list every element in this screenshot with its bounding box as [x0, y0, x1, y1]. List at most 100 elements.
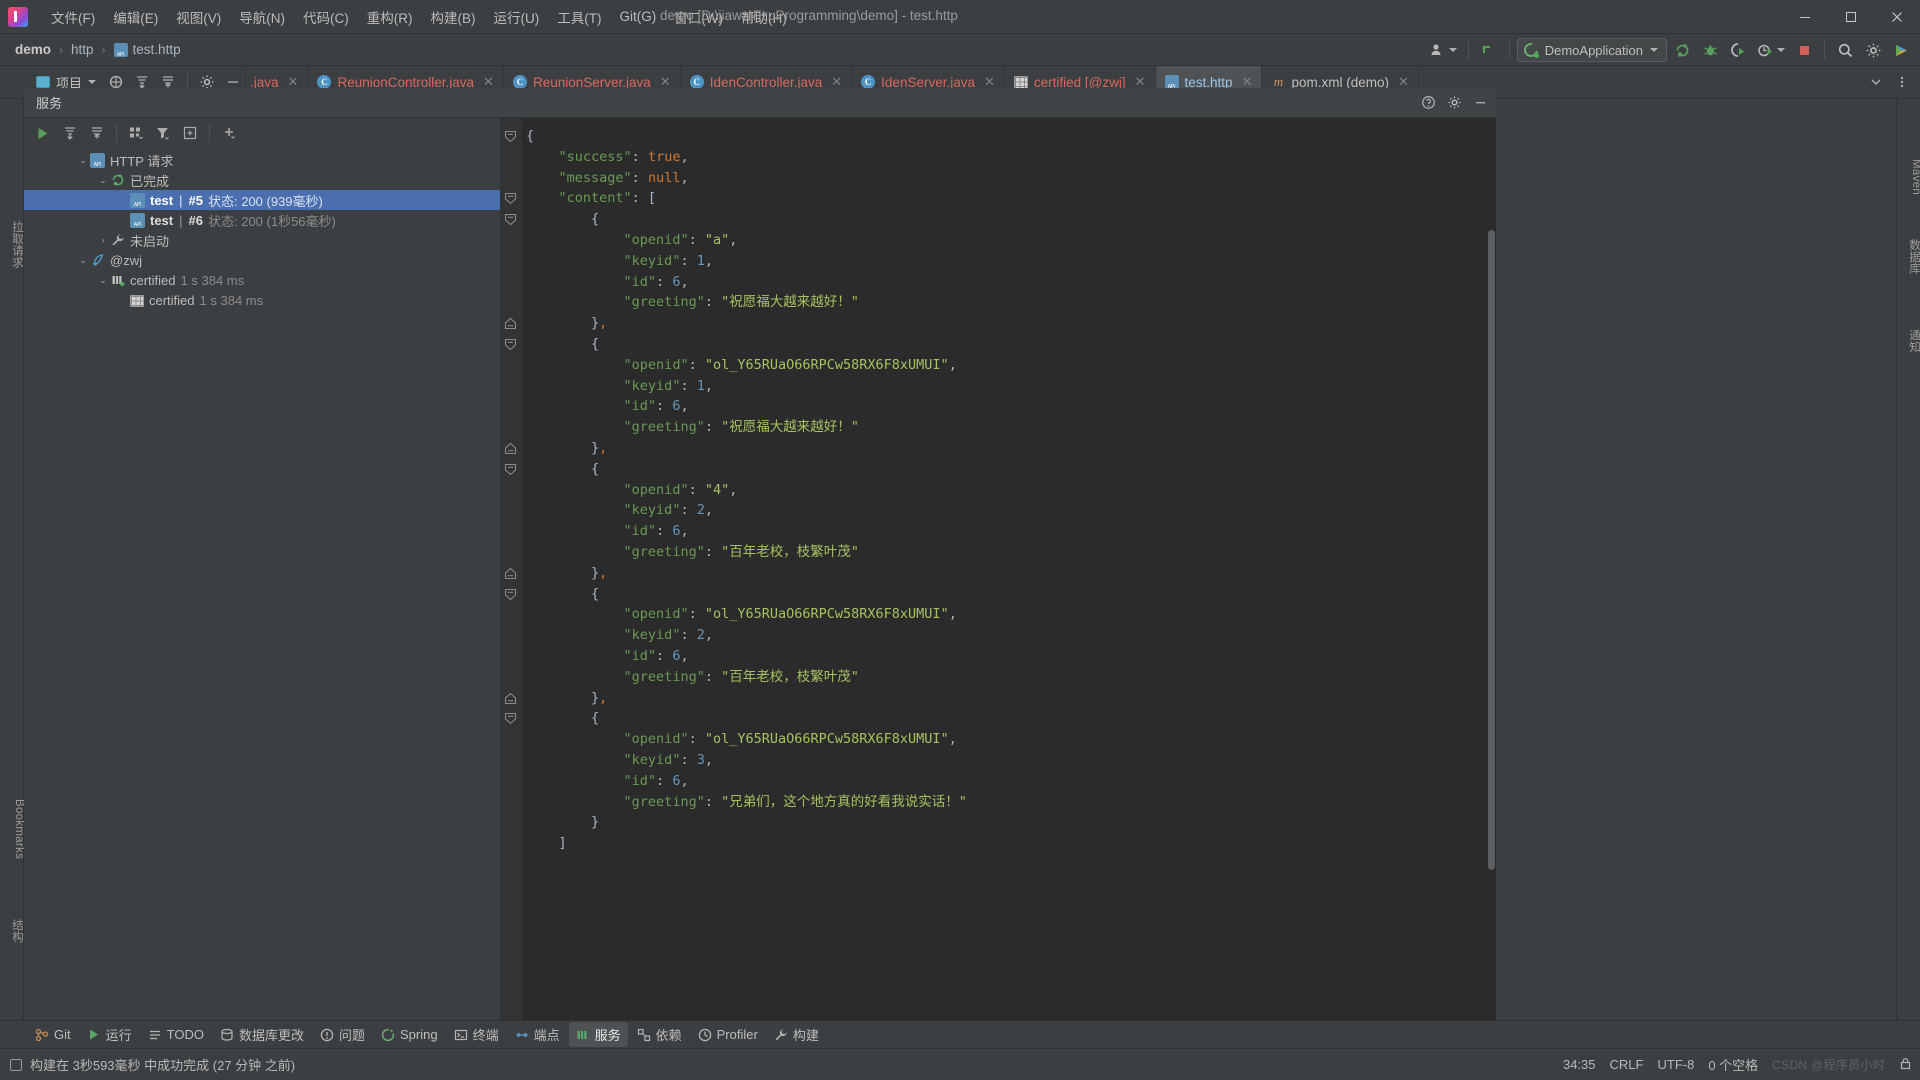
tree-node-certified-table[interactable]: certified 1 s 384 ms: [24, 290, 500, 310]
settings-gear-icon[interactable]: [1860, 37, 1886, 63]
maximize-button[interactable]: [1828, 0, 1874, 34]
editor-vertical-scrollbar[interactable]: [1488, 230, 1495, 870]
menu-navigate[interactable]: 导航(N): [230, 3, 294, 31]
caret-position[interactable]: 34:35: [1563, 1057, 1596, 1072]
close-button[interactable]: [1874, 0, 1920, 34]
stop-button[interactable]: [1791, 37, 1817, 63]
user-account-button[interactable]: [1426, 37, 1461, 63]
fold-collapse-icon[interactable]: [504, 192, 517, 205]
code-token: "keyid": [623, 252, 681, 269]
tree-node-not-started[interactable]: › 未启动: [24, 230, 500, 250]
rail-pull-requests[interactable]: 拉取请求: [0, 221, 25, 268]
bottom-tool-build[interactable]: 构建: [767, 1022, 826, 1047]
code-token: 2: [696, 627, 705, 644]
bottom-tool-spring[interactable]: Spring: [374, 1024, 445, 1045]
class-icon: C: [317, 75, 332, 89]
tree-node-test-6[interactable]: test | #6 状态: 200 (1秒56毫秒): [24, 210, 500, 230]
twisty-icon[interactable]: ⌄: [76, 255, 90, 266]
fold-collapse-icon[interactable]: [504, 588, 517, 601]
run-with-coverage-button[interactable]: [1725, 37, 1751, 63]
twisty-icon[interactable]: ⌄: [76, 155, 90, 166]
services-help-icon[interactable]: [1416, 91, 1440, 115]
http-response-editor[interactable]: { "success": true, "message": null, "con…: [500, 118, 1496, 1048]
tree-node-completed[interactable]: ⌄ 已完成: [24, 170, 500, 190]
tree-node-certified-session[interactable]: ⌄ certified 1 s 384 ms: [24, 270, 500, 290]
services-filter-icon[interactable]: [150, 120, 176, 146]
fold-collapse-icon[interactable]: [504, 213, 517, 226]
endpoints-icon: [515, 1028, 529, 1042]
fold-expand-icon[interactable]: [504, 567, 517, 580]
fold-collapse-icon[interactable]: [504, 130, 517, 143]
code-line: "id": 6,: [526, 396, 1496, 417]
tree-node-http-requests[interactable]: ⌄ HTTP 请求: [24, 150, 500, 170]
menu-file[interactable]: 文件(F): [42, 3, 104, 31]
http-api-icon: [90, 152, 105, 168]
menu-run[interactable]: 运行(U): [485, 3, 549, 31]
bottom-tool-problems[interactable]: 问题: [313, 1022, 372, 1047]
bottom-tool-profiler[interactable]: Profiler: [691, 1024, 765, 1045]
tree-node-test-5[interactable]: test | #5 状态: 200 (939毫秒): [24, 190, 500, 210]
tree-node-zwj-datasource[interactable]: ⌄ @zwj: [24, 250, 500, 270]
menu-view[interactable]: 视图(V): [167, 3, 230, 31]
run-configuration-selector[interactable]: DemoApplication: [1516, 38, 1667, 62]
bottom-tool-terminal[interactable]: 终端: [447, 1022, 506, 1047]
fold-collapse-icon[interactable]: [504, 463, 517, 476]
services-expand-all-icon[interactable]: [57, 120, 83, 146]
indent-setting[interactable]: 0 个空格: [1708, 1055, 1758, 1074]
tab-more-options-icon[interactable]: [1890, 70, 1914, 94]
twisty-icon[interactable]: ⌄: [96, 175, 110, 186]
twisty-icon[interactable]: ›: [96, 235, 110, 245]
rerun-button[interactable]: [1669, 37, 1695, 63]
code-token: ,: [599, 315, 608, 332]
services-new-tab-icon[interactable]: [177, 120, 203, 146]
services-minimize-icon[interactable]: [1468, 91, 1492, 115]
services-settings-gear-icon[interactable]: [1442, 91, 1466, 115]
editor-gutter[interactable]: [500, 118, 522, 1048]
line-separator[interactable]: CRLF: [1610, 1057, 1644, 1072]
bottom-tool-endpoints[interactable]: 端点: [508, 1022, 567, 1047]
rail-notifications[interactable]: 通知: [1896, 329, 1920, 353]
menu-code[interactable]: 代码(C): [294, 3, 358, 31]
services-collapse-all-icon[interactable]: [84, 120, 110, 146]
fold-collapse-icon[interactable]: [504, 712, 517, 725]
debug-button[interactable]: [1697, 37, 1723, 63]
menu-edit[interactable]: 编辑(E): [104, 3, 167, 31]
response-json-content[interactable]: { "success": true, "message": null, "con…: [522, 118, 1496, 1048]
rail-structure[interactable]: 结构: [0, 919, 25, 943]
fold-expand-icon[interactable]: [504, 442, 517, 455]
rail-bookmarks[interactable]: Bookmarks: [0, 799, 25, 859]
fold-expand-icon[interactable]: [504, 692, 517, 705]
fold-collapse-icon[interactable]: [504, 338, 517, 351]
tab-list-chevron-down-icon[interactable]: [1864, 70, 1888, 94]
menu-tools[interactable]: 工具(T): [548, 3, 610, 31]
ide-notification-icon[interactable]: [1888, 37, 1914, 63]
menu-git[interactable]: Git(G): [611, 5, 666, 28]
services-run-icon[interactable]: [28, 120, 56, 146]
bottom-tool-services[interactable]: 服务: [568, 1022, 628, 1047]
bottom-tool-git[interactable]: Git: [28, 1024, 78, 1045]
minimize-button[interactable]: [1782, 0, 1828, 34]
bottom-tool-db-changes[interactable]: 数据库更改: [213, 1022, 311, 1047]
file-encoding[interactable]: UTF-8: [1657, 1057, 1694, 1072]
search-everywhere-icon[interactable]: [1832, 37, 1858, 63]
breadcrumb-folder[interactable]: http: [66, 40, 99, 59]
profiler-button[interactable]: [1753, 37, 1789, 63]
class-icon: C: [861, 75, 876, 89]
menu-build[interactable]: 构建(B): [422, 3, 485, 31]
update-project-button[interactable]: [1476, 37, 1502, 63]
bottom-tool-dependencies[interactable]: 依赖: [630, 1022, 689, 1047]
code-token: {: [591, 585, 600, 602]
bottom-tool-todo[interactable]: TODO: [141, 1024, 211, 1045]
breadcrumb-file[interactable]: test.http: [109, 40, 186, 59]
bottom-tool-run[interactable]: 运行: [80, 1022, 139, 1047]
breadcrumb-project[interactable]: demo: [10, 40, 56, 59]
code-token: {: [591, 710, 600, 727]
twisty-icon[interactable]: ⌄: [96, 275, 110, 286]
rail-database[interactable]: 数据库: [1896, 239, 1920, 274]
menu-refactor[interactable]: 重构(R): [358, 3, 422, 31]
services-add-icon[interactable]: [216, 120, 242, 146]
lock-icon[interactable]: [1899, 1057, 1912, 1073]
services-group-by-icon[interactable]: [123, 120, 149, 146]
rail-maven[interactable]: Maven: [1896, 159, 1920, 195]
fold-expand-icon[interactable]: [504, 317, 517, 330]
